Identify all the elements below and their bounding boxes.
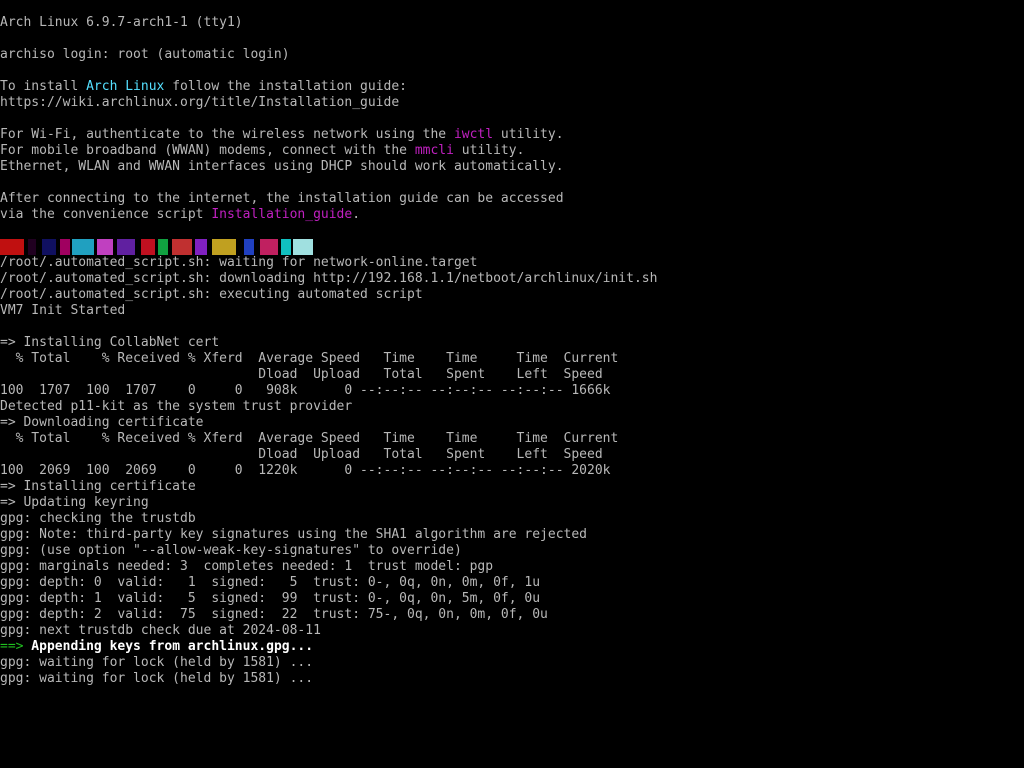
color-glitch-bar (0, 239, 340, 255)
log-line: /root/.automated_script.sh: downloading … (0, 271, 658, 286)
wifi-line: For Wi-Fi, authenticate to the wireless … (0, 127, 564, 143)
log-line: gpg: depth: 1 valid: 5 signed: 99 trust:… (0, 591, 541, 606)
log-line: % Total % Received % Xferd Average Speed… (0, 351, 619, 366)
mobile-suffix: utility. (453, 143, 525, 158)
wifi-prefix: For Wi-Fi, authenticate to the wireless … (0, 127, 454, 142)
log-line: % Total % Received % Xferd Average Speed… (0, 431, 619, 446)
install-guide-url: https://wiki.archlinux.org/title/Install… (0, 95, 400, 110)
convenience-script-line: via the convenience script Installation_… (0, 207, 360, 223)
log-line: gpg: (use option "--allow-weak-key-signa… (0, 543, 462, 558)
glitch-segment (158, 239, 168, 255)
log-line: VM7 Init Started (0, 303, 126, 318)
log-line: 100 2069 100 2069 0 0 1220k 0 --:--:-- -… (0, 463, 611, 478)
appending-keys-text: Appending keys from archlinux.gpg... (23, 639, 314, 654)
iwctl-highlight: iwctl (453, 127, 494, 142)
arch-linux-highlight: Arch Linux (86, 79, 165, 94)
tty-console[interactable]: Arch Linux 6.9.7-arch1-1 (tty1) archiso … (0, 0, 1024, 768)
via-suffix: . (352, 207, 361, 222)
glitch-segment (28, 239, 36, 255)
green-arrow-icon: ==> (0, 639, 24, 654)
install-guide-line: To install Arch Linux follow the install… (0, 79, 407, 95)
install-suffix: follow the installation guide: (164, 79, 408, 94)
log-line: gpg: depth: 2 valid: 75 signed: 22 trust… (0, 607, 548, 622)
glitch-segment (97, 239, 113, 255)
log-line: => Installing certificate (0, 479, 196, 494)
glitch-segment (293, 239, 313, 255)
log-line: gpg: next trustdb check due at 2024-08-1… (0, 623, 321, 638)
glitch-segment (260, 239, 278, 255)
log-line: => Installing CollabNet cert (0, 335, 220, 350)
log-line: gpg: waiting for lock (held by 1581) ... (0, 655, 314, 670)
log-line: gpg: Note: third-party key signatures us… (0, 527, 587, 542)
via-prefix: via the convenience script (0, 207, 212, 222)
glitch-segment (195, 239, 207, 255)
glitch-segment (42, 239, 56, 255)
log-line: gpg: marginals needed: 3 completes neede… (0, 559, 494, 574)
install-prefix: To install (0, 79, 87, 94)
mobile-prefix: For mobile broadband (WWAN) modems, conn… (0, 143, 415, 158)
log-line: Detected p11-kit as the system trust pro… (0, 399, 353, 414)
mmcli-highlight: mmcli (414, 143, 454, 158)
after-connecting-line: After connecting to the internet, the in… (0, 191, 564, 206)
kernel-version-line: Arch Linux 6.9.7-arch1-1 (tty1) (0, 15, 243, 30)
glitch-segment (117, 239, 135, 255)
glitch-segment (281, 239, 291, 255)
login-line: archiso login: root (automatic login) (0, 47, 290, 62)
appending-keys-line: ==> Appending keys from archlinux.gpg... (0, 639, 313, 655)
glitch-segment (172, 239, 192, 255)
glitch-segment (72, 239, 94, 255)
log-line: Dload Upload Total Spent Left Speed (0, 447, 603, 462)
log-line: => Updating keyring (0, 495, 149, 510)
log-line: 100 1707 100 1707 0 0 908k 0 --:--:-- --… (0, 383, 611, 398)
glitch-segment (141, 239, 155, 255)
log-line: Dload Upload Total Spent Left Speed (0, 367, 603, 382)
glitch-segment (60, 239, 70, 255)
mobile-broadband-line: For mobile broadband (WWAN) modems, conn… (0, 143, 524, 159)
log-line: /root/.automated_script.sh: waiting for … (0, 255, 478, 270)
log-line: gpg: waiting for lock (held by 1581) ... (0, 671, 314, 686)
log-line: gpg: checking the trustdb (0, 511, 196, 526)
installation-guide-highlight: Installation_guide (211, 207, 353, 222)
glitch-segment (244, 239, 254, 255)
log-line: => Downloading certificate (0, 415, 204, 430)
wifi-suffix: utility. (493, 127, 564, 142)
glitch-segment (212, 239, 236, 255)
log-line: gpg: depth: 0 valid: 1 signed: 5 trust: … (0, 575, 541, 590)
glitch-segment (0, 239, 24, 255)
log-line: /root/.automated_script.sh: executing au… (0, 287, 423, 302)
ethernet-line: Ethernet, WLAN and WWAN interfaces using… (0, 159, 564, 174)
